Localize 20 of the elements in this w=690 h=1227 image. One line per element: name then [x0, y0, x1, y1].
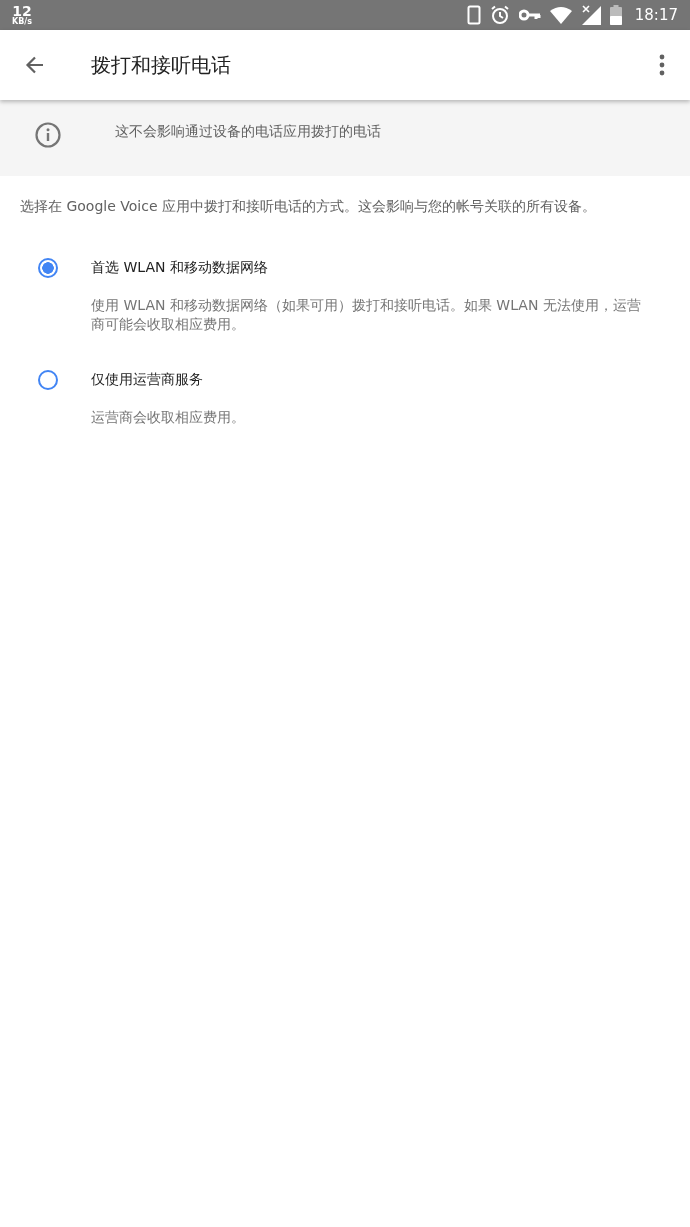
screen-title: 拨打和接听电话 [91, 51, 231, 79]
speed-unit: KB/s [12, 18, 32, 26]
option-label[interactable]: 首选 WLAN 和移动数据网络 [91, 259, 268, 277]
alarm-icon [489, 5, 510, 25]
more-vertical-icon [659, 54, 665, 76]
battery-icon [609, 5, 622, 25]
description-text: 选择在 Google Voice 应用中拨打和接听电话的方式。这会影响与您的帐号关联的所有设备。 [20, 198, 597, 216]
phone-icon [466, 5, 481, 25]
signal-icon [580, 5, 601, 25]
option-description: 运营商会收取相应费用。 [91, 408, 246, 427]
wifi-icon [549, 6, 572, 24]
radio-button[interactable] [38, 258, 58, 278]
info-icon [35, 122, 61, 148]
option-description: 使用 WLAN 和移动数据网络（如果可用）拨打和接听电话。如果 WLAN 无法使用，运营商可能会收取相应费用。 [91, 296, 642, 334]
clock: 18:17 [634, 6, 678, 24]
notice-text: 这不会影响通过设备的电话应用拨打的电话 [115, 123, 381, 141]
radio-button[interactable] [38, 370, 58, 390]
network-speed: 12 [12, 4, 32, 18]
key-icon [518, 8, 541, 22]
option-label[interactable]: 仅使用运营商服务 [91, 371, 203, 389]
